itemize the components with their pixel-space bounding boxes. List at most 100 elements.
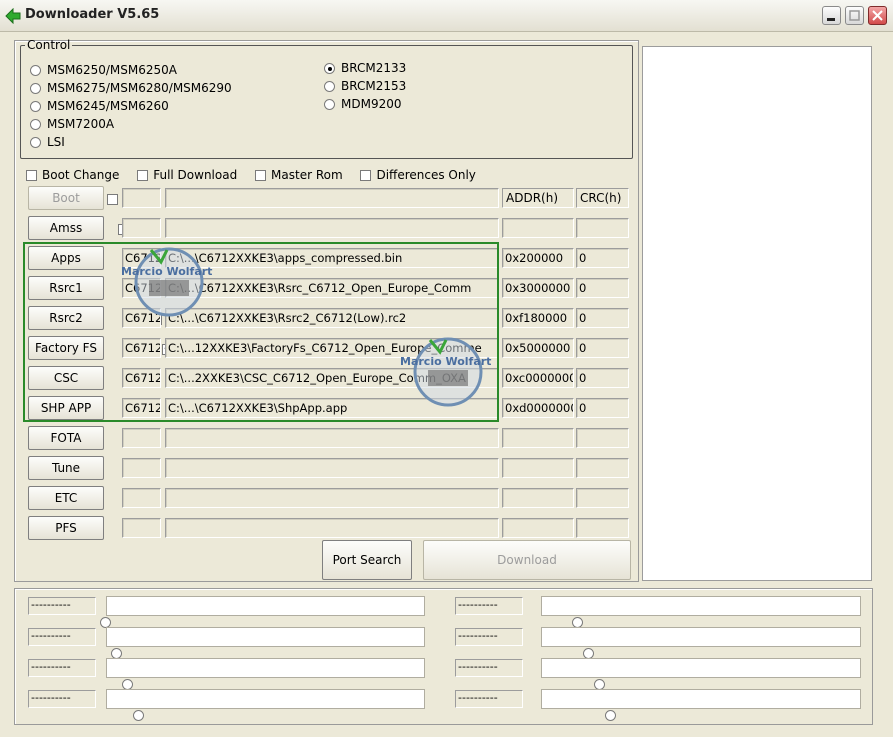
download-options: Boot Change Full Download Master Rom Dif… — [26, 166, 490, 184]
port-label: ---------- — [28, 659, 96, 677]
radio-button[interactable] — [30, 119, 41, 130]
chip-option[interactable]: BRCM2133 — [324, 59, 406, 77]
download-button[interactable]: Download — [423, 540, 631, 580]
row-addr-field — [502, 518, 574, 538]
differences-only-checkbox[interactable] — [360, 170, 372, 181]
row-path-field[interactable] — [165, 458, 499, 478]
chip-option[interactable]: MSM7200A — [30, 115, 232, 133]
watermark-text: Marcio Wolfart — [121, 265, 213, 278]
row-button[interactable]: Amss — [28, 216, 104, 240]
row-button[interactable]: Boot — [28, 186, 104, 210]
row-addr-field: 0x5000000 — [502, 338, 574, 358]
watermark-logo: Marcio Wolfart — [400, 322, 496, 408]
port-label: ---------- — [455, 659, 523, 677]
row-path-field[interactable] — [165, 488, 499, 508]
differences-only-label: Differences Only — [376, 168, 476, 182]
port-status-field — [541, 689, 861, 709]
maximize-button[interactable] — [845, 6, 864, 25]
row-crc-field: 0 — [576, 338, 629, 358]
radio-button[interactable] — [30, 83, 41, 94]
radio-button[interactable] — [30, 101, 41, 112]
port-status-field — [106, 627, 425, 647]
port-label: ---------- — [455, 597, 523, 615]
row-addr-field: 0x200000 — [502, 248, 574, 268]
port-status-field — [541, 627, 861, 647]
port-label: ---------- — [28, 690, 96, 708]
port-search-button[interactable]: Port Search — [322, 540, 412, 580]
port-label: ---------- — [28, 597, 96, 615]
chip-options-right: BRCM2133 BRCM2153 MDM9200 — [324, 59, 406, 113]
row-addr-field: 0xc0000000 — [502, 368, 574, 388]
addr-header: ADDR(h) — [502, 188, 574, 208]
radio-button[interactable] — [324, 63, 335, 74]
boot-change-checkbox[interactable] — [26, 170, 37, 181]
port-label: ---------- — [455, 628, 523, 646]
port-radio[interactable] — [605, 710, 616, 721]
radio-button[interactable] — [324, 81, 335, 92]
chip-options-left: MSM6250/MSM6250A MSM6275/MSM6280/MSM6290… — [30, 61, 232, 151]
row-short-field — [122, 458, 161, 478]
row-crc-field — [576, 518, 629, 538]
full-download-label: Full Download — [153, 168, 238, 182]
full-download-checkbox[interactable] — [137, 170, 149, 181]
master-rom-label: Master Rom — [271, 168, 343, 182]
row-addr-field — [502, 458, 574, 478]
row-short-field — [122, 488, 161, 508]
row-checkbox[interactable] — [107, 194, 118, 205]
row-crc-field: 0 — [576, 368, 629, 388]
maximize-icon — [849, 10, 860, 21]
row-crc-field — [576, 488, 629, 508]
crc-header: CRC(h) — [576, 188, 629, 208]
row-addr-field: 0x3000000 — [502, 278, 574, 298]
chip-option[interactable]: MSM6245/MSM6260 — [30, 97, 232, 115]
row-addr-field — [502, 218, 574, 238]
row-button[interactable]: FOTA — [28, 426, 104, 450]
minimize-button[interactable] — [822, 6, 841, 25]
watermark-text: Marcio Wolfart — [400, 355, 492, 368]
port-radio[interactable] — [133, 710, 144, 721]
row-short-field — [122, 518, 161, 538]
close-button[interactable] — [868, 6, 887, 25]
row-short-field — [122, 188, 161, 208]
chip-option[interactable]: LSI — [30, 133, 232, 151]
title-bar[interactable]: Downloader V5.65 — [0, 0, 893, 32]
row-crc-field: 0 — [576, 398, 629, 418]
row-addr-field — [502, 428, 574, 448]
radio-button[interactable] — [30, 137, 41, 148]
row-crc-field — [576, 458, 629, 478]
row-path-field[interactable] — [165, 188, 499, 208]
row-addr-field: 0xd0000000 — [502, 398, 574, 418]
row-addr-field — [502, 488, 574, 508]
arrow-left-icon — [5, 8, 21, 24]
chip-option[interactable]: MSM6250/MSM6250A — [30, 61, 232, 79]
radio-button[interactable] — [30, 65, 41, 76]
chip-option[interactable]: BRCM2153 — [324, 77, 406, 95]
radio-button[interactable] — [324, 99, 335, 110]
row-button[interactable]: Tune — [28, 456, 104, 480]
close-icon — [872, 10, 883, 21]
row-crc-field: 0 — [576, 278, 629, 298]
control-legend: Control — [27, 38, 71, 52]
master-rom-checkbox[interactable] — [255, 170, 267, 181]
watermark-logo: Marcio Wolfart — [121, 232, 217, 318]
row-path-field[interactable] — [165, 428, 499, 448]
row-crc-field — [576, 428, 629, 448]
row-crc-field — [576, 218, 629, 238]
row-crc-field: 0 — [576, 248, 629, 268]
boot-change-label: Boot Change — [42, 168, 120, 182]
row-button[interactable]: ETC — [28, 486, 104, 510]
row-path-field[interactable] — [165, 518, 499, 538]
minimize-icon — [827, 18, 835, 21]
row-crc-field: 0 — [576, 308, 629, 328]
chip-option[interactable]: MDM9200 — [324, 95, 406, 113]
port-label: ---------- — [28, 628, 96, 646]
window-title: Downloader V5.65 — [25, 7, 160, 22]
chip-option[interactable]: MSM6275/MSM6280/MSM6290 — [30, 79, 232, 97]
port-status-field — [541, 658, 861, 678]
port-status-field — [106, 658, 425, 678]
port-status-field — [106, 596, 425, 616]
row-addr-field: 0xf180000 — [502, 308, 574, 328]
row-button[interactable]: PFS — [28, 516, 104, 540]
port-status-field — [541, 596, 861, 616]
port-status-field — [106, 689, 425, 709]
